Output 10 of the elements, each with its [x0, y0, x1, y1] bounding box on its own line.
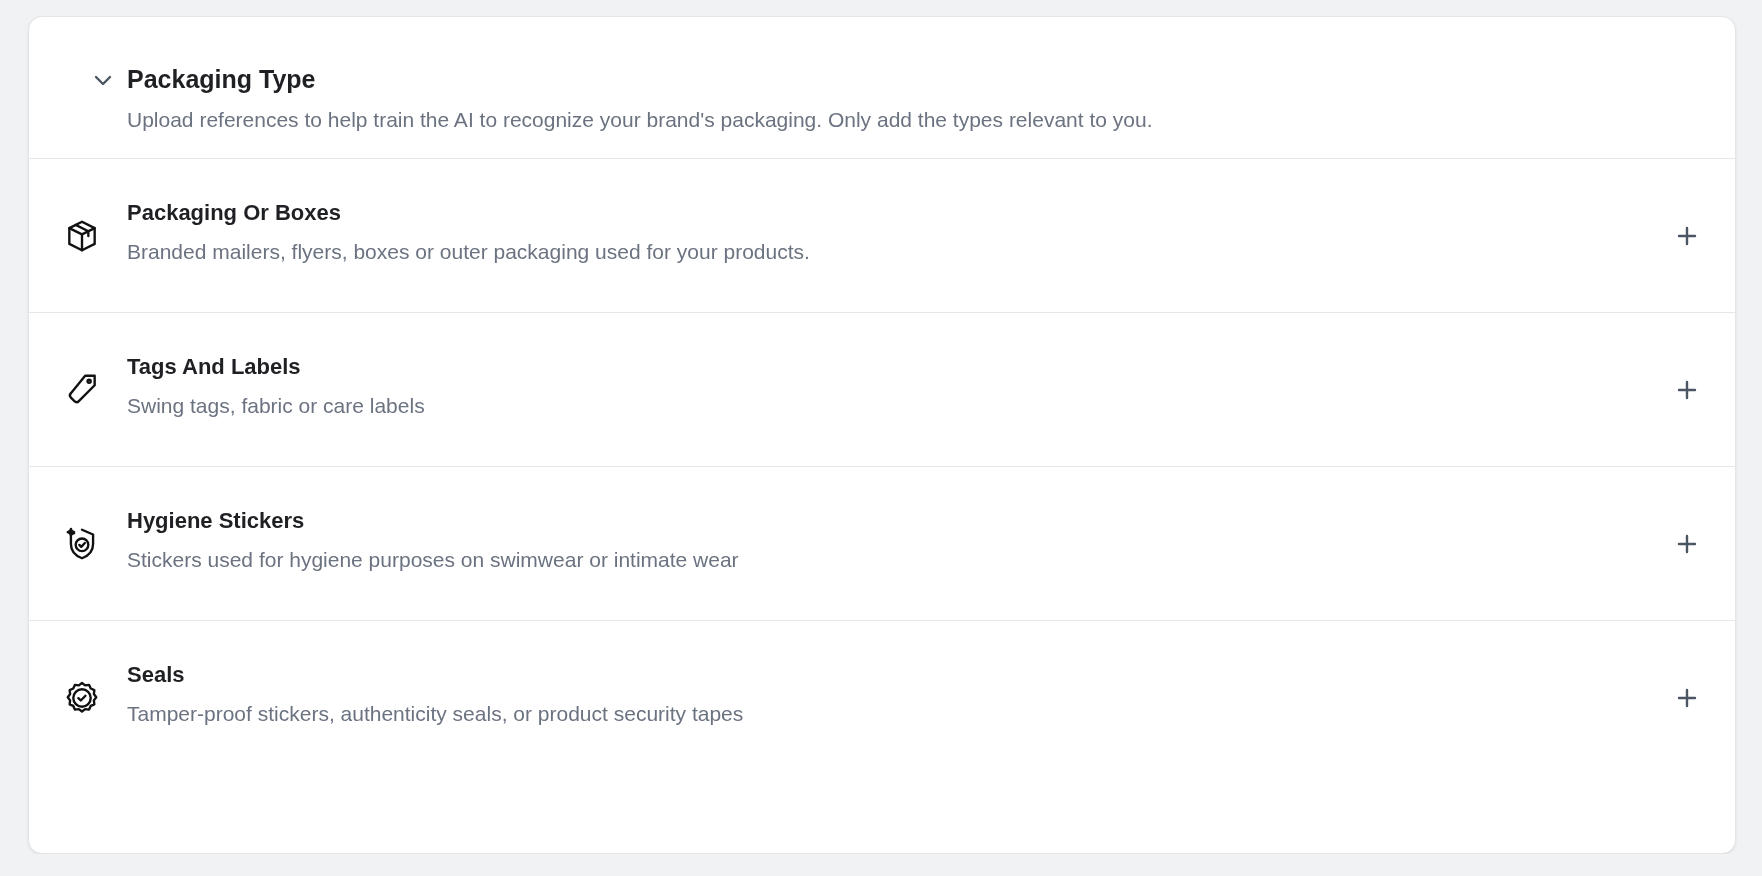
- section-title: Packaging Type: [127, 65, 317, 94]
- item-description: Branded mailers, flyers, boxes or outer packaging used for your products.: [127, 239, 811, 264]
- item-title: Tags And Labels: [127, 353, 302, 380]
- item-title: Packaging Or Boxes: [127, 199, 342, 226]
- item-description: Swing tags, fabric or care labels: [127, 393, 426, 418]
- section-description: Upload references to help train the AI to recognize your brand's packaging. Only add the types relevant to you.: [127, 108, 1154, 132]
- item-description: Tamper-proof stickers, authenticity seals, or product security tapes: [127, 701, 745, 726]
- item-title: Seals: [127, 661, 186, 688]
- item-title: Hygiene Stickers: [127, 507, 306, 534]
- item-description: Stickers used for hygiene purposes on swimwear or intimate wear: [127, 547, 740, 572]
